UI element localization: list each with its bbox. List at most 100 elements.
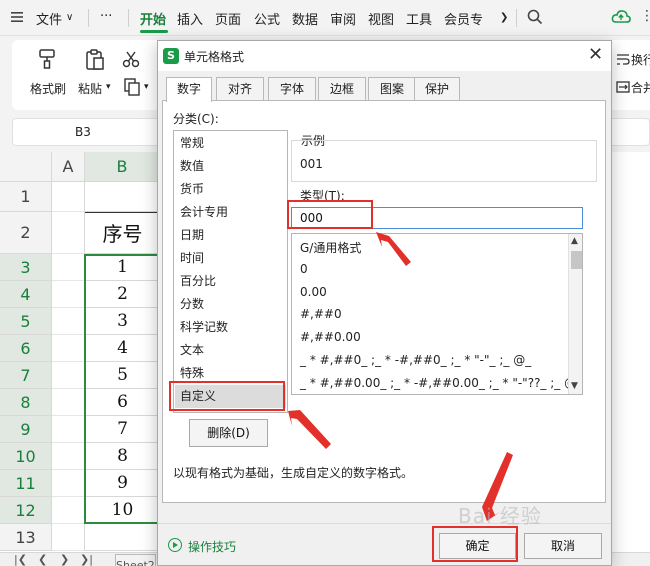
row-header-7[interactable]: 7: [0, 362, 52, 389]
menu-icon[interactable]: [10, 10, 24, 24]
cloud-sync-icon[interactable]: [611, 8, 631, 29]
cell-a7[interactable]: [52, 362, 85, 389]
more-options-icon[interactable]: ⋮: [640, 8, 650, 24]
category-item[interactable]: 常规: [175, 132, 286, 155]
select-all-corner[interactable]: [0, 152, 52, 182]
play-circle-icon[interactable]: [168, 538, 182, 552]
tab-home[interactable]: 开始: [140, 9, 166, 28]
cancel-button[interactable]: 取消: [524, 533, 602, 559]
tab-pattern[interactable]: 图案: [368, 77, 416, 101]
sheet-tab[interactable]: Sheet2: [115, 554, 156, 566]
scroll-up-icon[interactable]: ▲: [571, 236, 578, 246]
search-icon[interactable]: [527, 9, 543, 28]
chevron-right-icon[interactable]: ❯: [500, 12, 508, 23]
cell-a2[interactable]: [52, 212, 85, 254]
tab-member[interactable]: 会员专: [444, 9, 483, 28]
category-item[interactable]: 科学记数: [175, 316, 286, 339]
cell-a1[interactable]: [52, 182, 85, 212]
format-code-item[interactable]: #,##0.00: [300, 330, 361, 344]
row-header-5[interactable]: 5: [0, 308, 52, 335]
category-item[interactable]: 会计专用: [175, 201, 286, 224]
row-header-12[interactable]: 12: [0, 497, 52, 524]
cell-a10[interactable]: [52, 443, 85, 470]
wrap-text-icon[interactable]: [616, 52, 630, 69]
format-code-list[interactable]: _ * #,##0.00_ ;_ * -#,##0.00_ ;_ * "-"??…: [291, 233, 583, 395]
first-sheet-icon[interactable]: |❮: [14, 553, 27, 566]
category-item[interactable]: 文本: [175, 339, 286, 362]
category-item[interactable]: 货币: [175, 178, 286, 201]
format-list-scrollbar[interactable]: ▲ ▼: [568, 234, 582, 394]
close-icon[interactable]: ✕: [588, 45, 603, 65]
format-code-item[interactable]: #,##0: [300, 307, 342, 321]
merge-cells-icon[interactable]: [616, 80, 630, 97]
tab-protection[interactable]: 保护: [414, 77, 460, 101]
tips-link[interactable]: 操作技巧: [188, 538, 236, 555]
menu-file[interactable]: 文件: [36, 9, 62, 28]
cell-a11[interactable]: [52, 470, 85, 497]
tab-alignment[interactable]: 对齐: [216, 77, 264, 101]
prev-sheet-icon[interactable]: ❮: [38, 553, 47, 566]
format-code-item[interactable]: 0.00: [300, 285, 327, 299]
row-header-3[interactable]: 3: [0, 254, 52, 281]
format-code-item[interactable]: G/通用格式: [300, 239, 361, 256]
next-sheet-icon[interactable]: ❯: [60, 553, 69, 566]
chevron-down-icon[interactable]: ▾: [144, 82, 149, 92]
cell-a13[interactable]: [52, 524, 85, 551]
cell-a12[interactable]: [52, 497, 85, 524]
cell-a3[interactable]: [52, 254, 85, 281]
category-item[interactable]: 百分比: [175, 270, 286, 293]
tab-font[interactable]: 字体: [268, 77, 316, 101]
row-header-1[interactable]: 1: [0, 182, 52, 212]
scissors-icon[interactable]: [122, 50, 140, 71]
tab-formula[interactable]: 公式: [254, 9, 280, 28]
wrap-text-button[interactable]: 换行: [631, 51, 650, 68]
copy-icon[interactable]: [124, 78, 140, 99]
column-header-a[interactable]: A: [52, 152, 85, 182]
tab-border[interactable]: 边框: [318, 77, 366, 101]
menu-more[interactable]: ···: [100, 9, 112, 24]
delete-button[interactable]: 删除(D): [189, 419, 268, 447]
cell-a5[interactable]: [52, 308, 85, 335]
last-sheet-icon[interactable]: ❯|: [80, 553, 93, 566]
tab-insert[interactable]: 插入: [177, 9, 203, 28]
cell-a4[interactable]: [52, 281, 85, 308]
row-header-10[interactable]: 10: [0, 443, 52, 470]
paste-icon[interactable]: [84, 48, 106, 75]
scroll-down-icon[interactable]: ▼: [571, 381, 578, 391]
cell-b2[interactable]: 序号: [85, 212, 160, 254]
category-item[interactable]: 分数: [175, 293, 286, 316]
merge-cells-button[interactable]: 合并: [631, 79, 650, 96]
tab-data[interactable]: 数据: [292, 9, 318, 28]
cell-b1[interactable]: [85, 182, 160, 212]
category-item[interactable]: 时间: [175, 247, 286, 270]
cell-a9[interactable]: [52, 416, 85, 443]
row-header-13[interactable]: 13: [0, 524, 52, 551]
tab-view[interactable]: 视图: [368, 9, 394, 28]
paste-button[interactable]: 粘贴: [78, 80, 102, 97]
format-code-item[interactable]: _ * #,##0.00_ ;_ * -#,##0.00_ ;_ * "-"??…: [300, 376, 582, 390]
cell-b13[interactable]: [85, 524, 160, 551]
chevron-down-icon[interactable]: ▾: [106, 82, 111, 92]
chevron-down-icon[interactable]: ∨: [66, 12, 73, 23]
tab-page[interactable]: 页面: [215, 9, 241, 28]
row-header-8[interactable]: 8: [0, 389, 52, 416]
row-header-9[interactable]: 9: [0, 416, 52, 443]
cell-a6[interactable]: [52, 335, 85, 362]
format-code-item[interactable]: _ * #,##0_ ;_ * -#,##0_ ;_ * "-"_ ;_ @_: [300, 353, 531, 367]
tab-number[interactable]: 数字: [166, 77, 212, 102]
row-header-4[interactable]: 4: [0, 281, 52, 308]
row-header-11[interactable]: 11: [0, 470, 52, 497]
category-item[interactable]: 数值: [175, 155, 286, 178]
tab-review[interactable]: 审阅: [330, 9, 356, 28]
scroll-thumb[interactable]: [571, 251, 582, 269]
format-painter-button[interactable]: 格式刷: [30, 80, 66, 97]
column-header-b[interactable]: B: [85, 152, 160, 182]
row-header-6[interactable]: 6: [0, 335, 52, 362]
format-code-item[interactable]: 0: [300, 262, 308, 276]
category-list[interactable]: 常规 数值 货币 会计专用 日期 时间 百分比 分数 科学记数 文本 特殊 自定义: [173, 130, 288, 413]
category-item[interactable]: 日期: [175, 224, 286, 247]
name-box[interactable]: B3: [75, 125, 91, 139]
tab-tools[interactable]: 工具: [406, 9, 432, 28]
format-painter-icon[interactable]: [36, 48, 58, 73]
row-header-2[interactable]: 2: [0, 212, 52, 254]
